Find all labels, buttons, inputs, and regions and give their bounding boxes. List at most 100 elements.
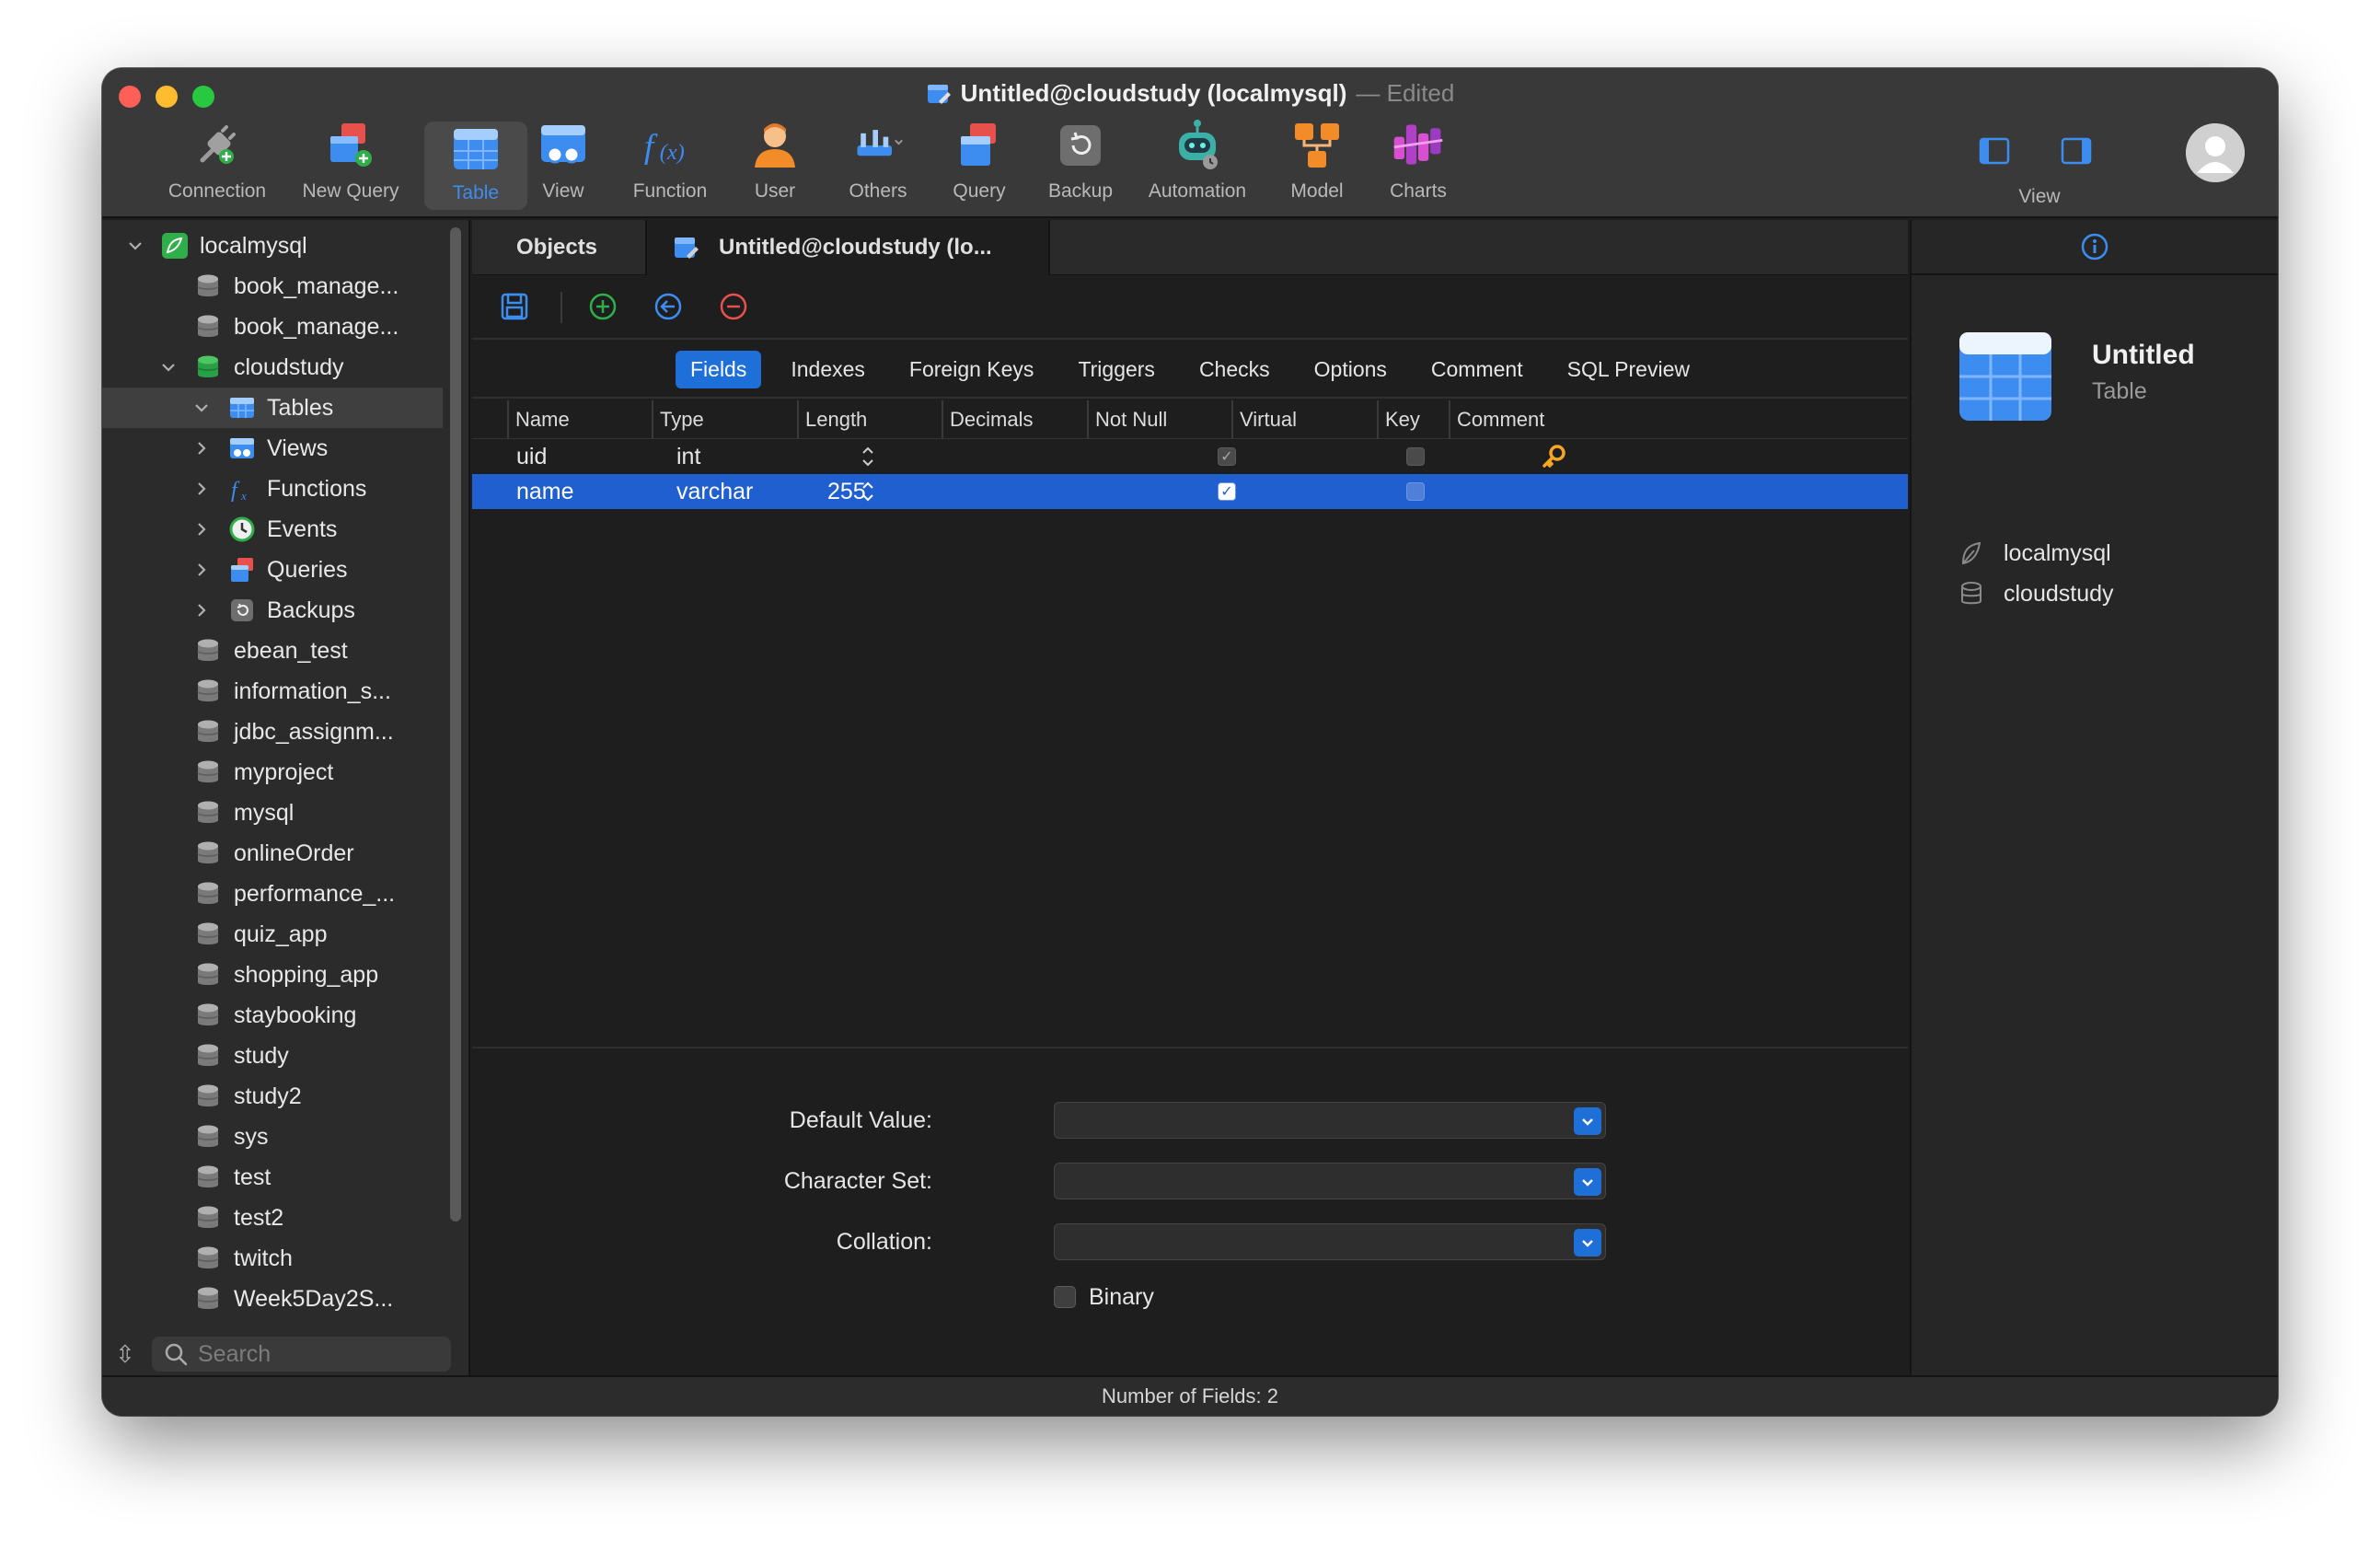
column-header-decimals[interactable]: Decimals <box>942 400 1087 439</box>
field-row[interactable]: name varchar 255 ✓ <box>472 474 1908 509</box>
toggle-left-panel-button[interactable] <box>1978 134 2015 171</box>
sidebar-tree-item[interactable]: Queries <box>102 550 443 590</box>
toolbar-charts-button[interactable]: Charts <box>1368 118 1469 203</box>
chevron-down-icon[interactable] <box>192 399 211 417</box>
default-value-combobox[interactable] <box>1054 1102 1606 1139</box>
subtab-triggers[interactable]: Triggers <box>1063 351 1170 388</box>
toolbar-label: Automation <box>1148 180 1247 202</box>
user-avatar-button[interactable] <box>2186 123 2245 182</box>
field-length-cell[interactable]: 255 <box>827 474 866 509</box>
chevron-right-icon[interactable] <box>192 480 211 498</box>
sidebar-tree-item[interactable]: localmysql <box>102 226 443 266</box>
delete-field-button[interactable] <box>717 290 750 323</box>
save-button[interactable] <box>498 290 531 323</box>
sidebar-tree-item[interactable]: Views <box>102 428 443 469</box>
column-header-length[interactable]: Length <box>797 400 942 439</box>
sidebar-tree-item[interactable]: staybooking <box>102 995 443 1036</box>
field-name-cell[interactable]: name <box>516 474 574 509</box>
toolbar-backup-button[interactable]: Backup <box>1030 118 1131 203</box>
field-type-cell[interactable]: int <box>676 439 700 474</box>
binary-checkbox-box[interactable] <box>1054 1286 1076 1308</box>
default-value-dropdown-button[interactable] <box>1574 1107 1601 1135</box>
subtab-sql-preview[interactable]: SQL Preview <box>1553 351 1704 388</box>
subtab-checks[interactable]: Checks <box>1184 351 1285 388</box>
column-header-not-null[interactable]: Not Null <box>1087 400 1232 439</box>
subtab-fields[interactable]: Fields <box>676 350 762 388</box>
field-name-cell[interactable]: uid <box>516 439 547 474</box>
collation-dropdown-button[interactable] <box>1574 1229 1601 1257</box>
sidebar-tree-item[interactable]: sys <box>102 1117 443 1157</box>
sidebar-tree-item[interactable]: shopping_app <box>102 955 443 995</box>
search-input[interactable] <box>198 1340 428 1368</box>
chevron-right-icon[interactable] <box>192 601 211 620</box>
type-stepper-icon[interactable] <box>861 444 875 469</box>
collation-select[interactable] <box>1054 1223 1606 1260</box>
sidebar-tree-item[interactable]: myproject <box>102 752 443 793</box>
column-header-name[interactable]: Name <box>507 400 653 439</box>
sidebar-tree-item[interactable]: mysql <box>102 793 443 833</box>
toolbar-automation-button[interactable]: Automation <box>1138 118 1257 203</box>
filter-toggle-icon[interactable]: ⇳ <box>115 1340 135 1369</box>
column-header-virtual[interactable]: Virtual <box>1231 400 1377 439</box>
primary-key-icon[interactable] <box>1540 443 1567 477</box>
sidebar-tree-item[interactable]: onlineOrder <box>102 833 443 874</box>
tab-objects[interactable]: Objects <box>472 220 647 275</box>
insert-field-button[interactable] <box>652 290 685 323</box>
field-type-cell[interactable]: varchar <box>676 474 753 509</box>
sidebar-tree-item[interactable]: book_manage... <box>102 307 443 347</box>
query-icon <box>961 123 996 166</box>
add-field-button[interactable] <box>586 290 619 323</box>
toolbar-view-button[interactable]: View <box>513 118 614 203</box>
sidebar-tree-item[interactable]: twitch <box>102 1238 443 1279</box>
toolbar-connection-button[interactable]: Connection <box>157 118 277 203</box>
character-set-select[interactable] <box>1054 1163 1606 1199</box>
sidebar-tree-item[interactable]: cloudstudy <box>102 347 443 388</box>
sidebar-tree-item[interactable]: Backups <box>102 590 443 631</box>
info-tab[interactable] <box>1912 220 2278 275</box>
chevron-right-icon[interactable] <box>192 520 211 539</box>
chevron-right-icon[interactable] <box>192 561 211 579</box>
not-null-checkbox[interactable]: ✓ <box>1218 447 1236 466</box>
subtab-foreign-keys[interactable]: Foreign Keys <box>895 351 1049 388</box>
column-header-key[interactable]: Key <box>1377 400 1449 439</box>
field-row[interactable]: uid int ✓ <box>472 439 1908 474</box>
sidebar-tree-item[interactable]: study <box>102 1036 443 1076</box>
toggle-right-panel-button[interactable] <box>2060 134 2097 171</box>
toolbar-model-button[interactable]: Model <box>1266 118 1368 203</box>
toolbar-user-button[interactable]: User <box>724 118 826 203</box>
sidebar-tree-item[interactable]: f x Functions <box>102 469 443 509</box>
not-null-checkbox[interactable]: ✓ <box>1218 482 1236 501</box>
sidebar-tree-item[interactable]: information_s... <box>102 671 443 712</box>
sidebar-tree-item[interactable]: test <box>102 1157 443 1198</box>
toolbar-query-button[interactable]: Query <box>929 118 1030 203</box>
chevron-down-icon[interactable] <box>159 358 178 376</box>
subtab-comment[interactable]: Comment <box>1416 351 1538 388</box>
toolbar-others-button[interactable]: Others <box>827 118 929 203</box>
chevron-down-icon[interactable] <box>126 237 144 255</box>
toolbar-new-query-button[interactable]: New Query <box>291 118 410 203</box>
sidebar-tree-item[interactable]: book_manage... <box>102 266 443 307</box>
subtab-indexes[interactable]: Indexes <box>776 351 880 388</box>
sidebar-tree-item[interactable]: Tables <box>102 388 443 428</box>
character-set-dropdown-button[interactable] <box>1574 1168 1601 1196</box>
column-header-type[interactable]: Type <box>652 400 797 439</box>
sidebar-tree-item[interactable]: study2 <box>102 1076 443 1117</box>
sidebar-tree-item[interactable]: quiz_app <box>102 914 443 955</box>
binary-checkbox[interactable]: Binary <box>1054 1279 1154 1315</box>
virtual-checkbox[interactable] <box>1406 482 1425 501</box>
sidebar-tree-item[interactable]: Events <box>102 509 443 550</box>
sidebar-tree-item[interactable]: ebean_test <box>102 631 443 671</box>
sidebar-scrollbar[interactable] <box>450 227 461 1222</box>
column-header-comment[interactable]: Comment <box>1449 400 1565 439</box>
toolbar-function-button[interactable]: f (x) Function <box>619 118 721 203</box>
info-icon <box>2081 233 2108 261</box>
tab-untitled-table[interactable]: Untitled@cloudstudy (lo... <box>647 220 1050 275</box>
sidebar-tree-item[interactable]: Week5Day2S... <box>102 1279 443 1319</box>
subtab-options[interactable]: Options <box>1300 351 1402 388</box>
sidebar-tree-item[interactable]: jdbc_assignm... <box>102 712 443 752</box>
database-icon <box>1961 582 1981 605</box>
virtual-checkbox[interactable] <box>1406 447 1425 466</box>
chevron-right-icon[interactable] <box>192 439 211 457</box>
sidebar-tree-item[interactable]: test2 <box>102 1198 443 1238</box>
sidebar-tree-item[interactable]: performance_... <box>102 874 443 914</box>
